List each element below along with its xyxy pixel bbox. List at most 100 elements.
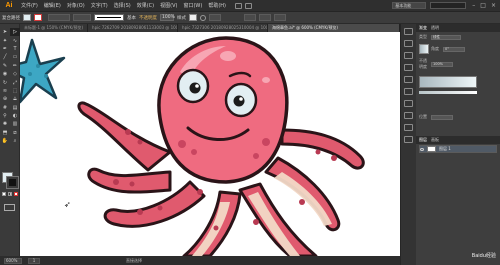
selection-tool-icon[interactable]: ➤	[0, 28, 10, 36]
transparency-panel-icon[interactable]	[404, 100, 413, 107]
stroke-color-box[interactable]	[6, 176, 19, 189]
stroke-swatch[interactable]	[34, 14, 42, 21]
eye-icon[interactable]	[420, 147, 424, 151]
type-tool-icon[interactable]: T	[10, 45, 20, 53]
shape-builder-icon[interactable]: ⊕	[0, 95, 10, 103]
maximize-icon[interactable]: □	[480, 2, 486, 9]
gradient-tool-icon[interactable]: ▤	[10, 104, 20, 112]
scale-tool-icon[interactable]: ⤢	[10, 78, 20, 86]
menu-view[interactable]: 视图(V)	[157, 2, 180, 9]
graph-tool-icon[interactable]: ▥	[10, 120, 20, 128]
mesh-tool-icon[interactable]: #	[0, 104, 10, 112]
eyedropper-icon[interactable]: ⚲	[0, 112, 10, 120]
menu-object[interactable]: 对象(O)	[64, 2, 88, 9]
tab-transparency[interactable]: 透明	[431, 25, 439, 31]
arrange-documents-icon[interactable]	[245, 2, 252, 9]
perspective-grid-icon[interactable]: ⟁	[10, 95, 20, 103]
gradient-opacity-input[interactable]: 100%	[431, 61, 453, 67]
opacity-input[interactable]: 100%	[160, 14, 175, 21]
symbol-sprayer-icon[interactable]: ✺	[0, 120, 10, 128]
gradient-panel-icon[interactable]	[404, 88, 413, 95]
brush-definition-select[interactable]	[94, 14, 124, 21]
location-input[interactable]	[431, 114, 453, 120]
graphic-style-swatch[interactable]	[189, 14, 197, 21]
menu-effect[interactable]: 效果(C)	[134, 2, 157, 9]
tab-document-3[interactable]: hpic 7327306 20180928025310004 @ 100% (R…	[178, 24, 269, 32]
recolor-icon[interactable]	[200, 14, 206, 21]
layers-panel-icon[interactable]	[404, 136, 413, 143]
tab-document-1[interactable]: 未标题-1 @ 150% (CMYK/预览)	[20, 24, 89, 32]
menu-select[interactable]: 选择(S)	[111, 2, 134, 9]
menu-window[interactable]: 窗口(W)	[180, 2, 205, 9]
rotate-tool-icon[interactable]: ↻	[0, 78, 10, 86]
artboard-tool-icon[interactable]: ⬒	[0, 129, 10, 137]
stroke-panel-icon[interactable]	[404, 76, 413, 83]
gradient-mode-icon[interactable]	[8, 192, 12, 196]
artboard-canvas[interactable]: ➶	[20, 32, 400, 256]
menu-edit[interactable]: 编辑(E)	[41, 2, 64, 9]
zoom-tool-icon[interactable]: ⌕	[10, 137, 20, 145]
symbols-panel-icon[interactable]	[404, 64, 413, 71]
isolate-select[interactable]	[259, 14, 271, 21]
tab-layers[interactable]: 图层	[419, 137, 427, 143]
variable-width-select[interactable]	[73, 14, 91, 21]
slice-tool-icon[interactable]: ⧄	[10, 129, 20, 137]
pen-tool-icon[interactable]: ✒	[0, 45, 10, 53]
paintbrush-icon[interactable]: ✎	[0, 62, 10, 70]
starfish-illustration	[20, 38, 66, 104]
tab-artboards[interactable]: 画板	[431, 137, 439, 143]
eraser-icon[interactable]: ◇	[10, 70, 20, 78]
layer-row[interactable]: 图层 1	[419, 145, 497, 153]
appearance-panel-icon[interactable]	[404, 112, 413, 119]
search-input[interactable]	[430, 2, 467, 9]
color-panel-icon[interactable]	[404, 28, 413, 35]
close-icon[interactable]: ×	[491, 2, 496, 9]
tab-document-active[interactable]: 海绵章鱼.ai* @ 600% (CMYK/预览)	[268, 24, 400, 32]
tab-document-2[interactable]: hpic 7262709 20180928061133003 @ 100% (R…	[88, 24, 179, 32]
free-transform-icon[interactable]: ⬚	[10, 87, 20, 95]
pencil-icon[interactable]: ✏	[10, 62, 20, 70]
status-bar: 600% 1 直接选择	[0, 256, 400, 265]
tab-gradient[interactable]: 渐变	[419, 25, 427, 31]
width-tool-icon[interactable]: ≋	[0, 87, 10, 95]
menu-help[interactable]: 帮助(H)	[205, 2, 229, 9]
angle-input[interactable]: 0°	[443, 46, 465, 52]
gradient-type-select[interactable]: 线性	[431, 34, 461, 40]
blob-brush-icon[interactable]: ◉	[0, 70, 10, 78]
menu-file[interactable]: 文件(F)	[18, 2, 41, 9]
zoom-level[interactable]: 600%	[4, 257, 22, 264]
current-tool-label: 直接选择	[126, 257, 142, 263]
artboard-number[interactable]: 1	[28, 257, 40, 264]
fill-swatch[interactable]	[23, 14, 31, 21]
gradient-opacity-label: 不透明度	[419, 58, 427, 69]
magic-wand-icon[interactable]: ✦	[0, 36, 10, 44]
gradient-swatch[interactable]	[419, 44, 429, 54]
lasso-icon[interactable]: ∿	[10, 36, 20, 44]
transform-select[interactable]	[244, 14, 256, 21]
gradient-slider-bar[interactable]	[419, 76, 477, 88]
fill-stroke-widget[interactable]	[2, 172, 19, 189]
gradient-stops-track[interactable]	[419, 91, 477, 94]
color-mode-icon[interactable]	[2, 192, 6, 196]
blend-tool-icon[interactable]: ◐	[10, 112, 20, 120]
bridge-icon[interactable]	[235, 2, 242, 9]
align-select[interactable]	[209, 14, 221, 21]
hand-tool-icon[interactable]: ✋	[0, 137, 10, 145]
direct-selection-tool-icon[interactable]: ▷	[10, 28, 20, 37]
brushes-panel-icon[interactable]	[404, 52, 413, 59]
watermark: Baidu经验	[471, 253, 496, 259]
panel-icon-strip	[400, 24, 416, 265]
swatches-panel-icon[interactable]	[404, 40, 413, 47]
brush-label: 基本	[127, 15, 136, 21]
workspace-switcher[interactable]: 基本功能	[392, 2, 427, 9]
graphic-styles-icon[interactable]	[404, 124, 413, 131]
line-tool-icon[interactable]: ╱	[0, 53, 10, 61]
screen-mode-icon[interactable]	[4, 204, 15, 211]
stroke-weight-select[interactable]	[48, 14, 70, 21]
menu-type[interactable]: 文字(T)	[88, 2, 111, 9]
minimize-icon[interactable]: –	[472, 2, 475, 9]
none-mode-icon[interactable]	[14, 192, 18, 196]
mouse-cursor-icon: ➶	[64, 200, 71, 209]
panel-menu-select[interactable]	[274, 14, 286, 21]
rectangle-tool-icon[interactable]: ▭	[10, 53, 20, 61]
